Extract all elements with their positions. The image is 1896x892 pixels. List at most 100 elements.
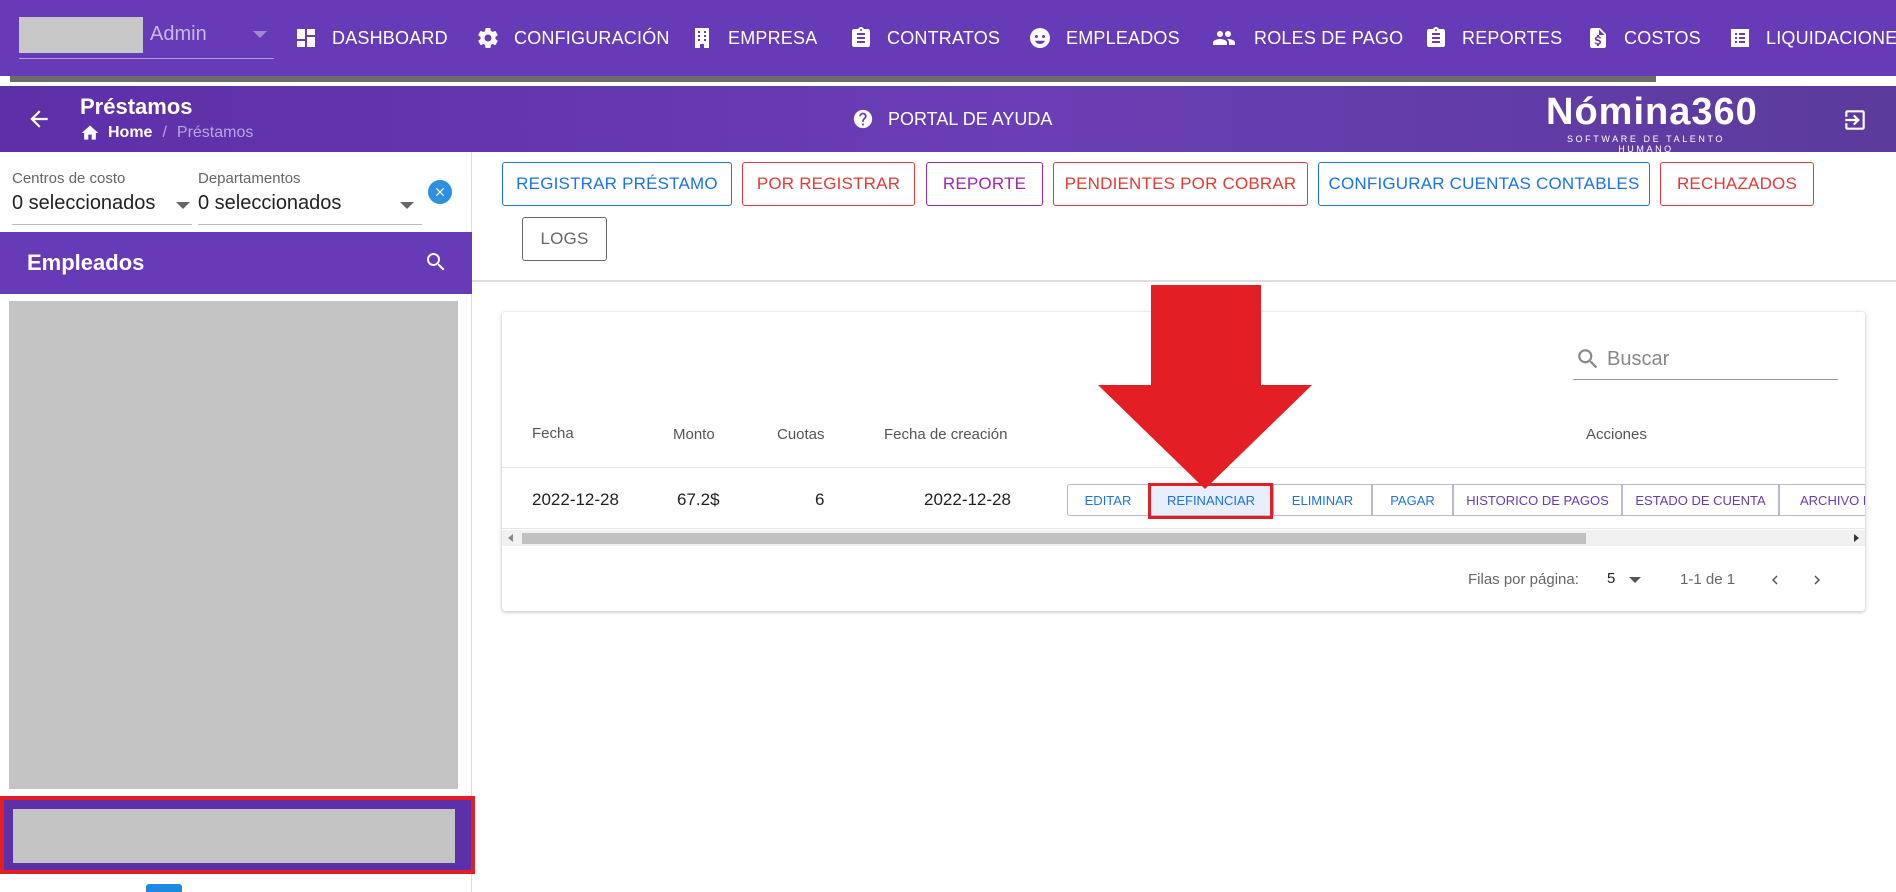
page-header: Préstamos Home / Préstamos PORTAL DE AYU… bbox=[0, 86, 1896, 154]
cost-center-select[interactable]: 0 seleccionados bbox=[12, 192, 155, 215]
nav-label: REPORTES bbox=[1462, 27, 1563, 48]
help-circle-icon bbox=[853, 109, 873, 129]
row-divider bbox=[502, 528, 1865, 529]
nav-label: LIQUIDACIONE bbox=[1766, 27, 1896, 48]
nav-contratos[interactable]: CONTRATOS bbox=[849, 22, 1000, 54]
department-select[interactable]: 0 seleccionados bbox=[198, 192, 341, 215]
col-header-cuotas[interactable]: Cuotas bbox=[777, 426, 825, 443]
search-icon[interactable] bbox=[424, 250, 448, 274]
pay-button[interactable]: PAGAR bbox=[1372, 484, 1453, 516]
configure-accounts-button[interactable]: CONFIGURAR CUENTAS CONTABLES bbox=[1318, 162, 1650, 206]
app-root: Admin DASHBOARD CONFIGURACIÓN EMPRESA CO… bbox=[0, 0, 1896, 892]
pagination-indicator[interactable] bbox=[146, 884, 182, 892]
brand-logo: Nómina360 SOFTWARE DE TALENTO HUMANO bbox=[1546, 90, 1758, 154]
nav-label: EMPRESA bbox=[728, 27, 818, 48]
gear-icon bbox=[478, 28, 498, 49]
nav-costos[interactable]: COSTOS bbox=[1586, 22, 1701, 54]
payment-history-button[interactable]: HISTORICO DE PAGOS bbox=[1453, 484, 1622, 516]
nav-label: CONFIGURACIÓN bbox=[514, 27, 670, 48]
nav-label: COSTOS bbox=[1624, 27, 1701, 48]
loading-bar-fill bbox=[1656, 76, 1886, 82]
account-statement-button[interactable]: ESTADO DE CUENTA bbox=[1622, 484, 1779, 516]
logout-icon[interactable] bbox=[1842, 107, 1868, 133]
nav-empleados[interactable]: EMPLEADOS bbox=[1028, 22, 1180, 54]
page-title: Préstamos bbox=[80, 94, 193, 119]
department-underline bbox=[198, 224, 422, 225]
cell-fecha-creacion: 2022-12-28 bbox=[924, 490, 1011, 509]
department-label: Departamentos bbox=[198, 170, 301, 187]
clear-filters-button[interactable] bbox=[428, 180, 452, 204]
file-dollar-icon bbox=[1590, 28, 1606, 48]
col-header-fecha[interactable]: Fecha bbox=[532, 425, 574, 442]
nav-label: ROLES DE PAGO bbox=[1254, 27, 1404, 48]
nav-liquidaciones[interactable]: LIQUIDACIONE bbox=[1728, 22, 1896, 54]
col-header-fecha-creacion[interactable]: Fecha de creación bbox=[884, 426, 1007, 443]
report-button[interactable]: REPORTE bbox=[926, 162, 1043, 206]
col-header-monto[interactable]: Monto bbox=[673, 426, 715, 443]
close-icon bbox=[435, 187, 445, 197]
chevron-down-icon[interactable] bbox=[400, 202, 414, 209]
nav-empresa[interactable]: EMPRESA bbox=[690, 22, 817, 54]
selected-employee-highlight[interactable] bbox=[0, 796, 475, 874]
rows-per-page-select[interactable]: 5 bbox=[1607, 570, 1615, 587]
chevron-right-icon[interactable] bbox=[1808, 571, 1826, 589]
people-icon bbox=[1213, 31, 1235, 45]
search-input[interactable] bbox=[1607, 344, 1827, 374]
dashboard-icon bbox=[297, 29, 315, 47]
selected-employee-redacted bbox=[13, 809, 455, 863]
nav-label: DASHBOARD bbox=[332, 27, 448, 48]
employees-title: Empleados bbox=[27, 250, 145, 275]
page-range: 1-1 de 1 bbox=[1680, 571, 1736, 588]
nav-label: CONTRATOS bbox=[887, 27, 1001, 48]
chevron-down-icon[interactable] bbox=[176, 202, 190, 209]
employee-panel: Centros de costo 0 seleccionados Departa… bbox=[0, 152, 475, 892]
loading-bar bbox=[10, 76, 1886, 82]
scrollbar-thumb[interactable] bbox=[522, 533, 1586, 544]
user-menu[interactable]: Admin bbox=[19, 17, 274, 59]
help-label: PORTAL DE AYUDA bbox=[888, 108, 1053, 129]
cell-monto: 67.2$ bbox=[677, 490, 720, 509]
bank-file-button[interactable]: ARCHIVO BA bbox=[1779, 484, 1865, 516]
clipboard-icon bbox=[1427, 27, 1445, 47]
search-field[interactable] bbox=[1573, 338, 1838, 380]
user-name: Admin bbox=[150, 23, 207, 45]
scroll-left-icon[interactable] bbox=[508, 534, 513, 542]
rows-per-page-label: Filas por página: bbox=[1468, 571, 1579, 588]
breadcrumb-separator: / bbox=[162, 124, 167, 141]
pending-collection-button[interactable]: PENDIENTES POR COBRAR bbox=[1053, 162, 1308, 206]
help-portal-link[interactable]: PORTAL DE AYUDA bbox=[852, 108, 1052, 130]
rejected-button[interactable]: RECHAZADOS bbox=[1660, 162, 1814, 206]
face-icon bbox=[1030, 28, 1050, 48]
cell-fecha: 2022-12-28 bbox=[532, 490, 619, 509]
brand-name: Nómina360 bbox=[1546, 91, 1758, 133]
register-loan-button[interactable]: REGISTRAR PRÉSTAMO bbox=[502, 162, 732, 206]
building-icon bbox=[695, 28, 709, 48]
col-header-acciones: Acciones bbox=[1586, 426, 1647, 443]
user-avatar bbox=[19, 17, 143, 53]
cell-cuotas: 6 bbox=[815, 490, 825, 509]
nav-roles-de-pago[interactable]: ROLES DE PAGO bbox=[1208, 22, 1403, 54]
nav-configuracion[interactable]: CONFIGURACIÓN bbox=[476, 22, 670, 54]
nav-dashboard[interactable]: DASHBOARD bbox=[294, 22, 448, 54]
breadcrumb-home[interactable]: Home bbox=[108, 124, 152, 142]
employees-header: Empleados bbox=[0, 232, 472, 294]
nav-reportes[interactable]: REPORTES bbox=[1424, 22, 1562, 54]
brand-tagline: SOFTWARE DE TALENTO HUMANO bbox=[1566, 134, 1726, 154]
back-arrow-icon[interactable] bbox=[26, 106, 52, 132]
cost-center-label: Centros de costo bbox=[12, 170, 126, 187]
logs-button[interactable]: LOGS bbox=[522, 217, 607, 261]
action-bar: REGISTRAR PRÉSTAMO POR REGISTRAR REPORTE… bbox=[472, 152, 1896, 282]
nav-label: EMPLEADOS bbox=[1066, 27, 1180, 48]
breadcrumb: Home / Préstamos bbox=[80, 123, 253, 143]
list-icon bbox=[1731, 29, 1749, 47]
chevron-down-icon bbox=[253, 31, 267, 38]
to-register-button[interactable]: POR REGISTRAR bbox=[742, 162, 915, 206]
top-nav: Admin DASHBOARD CONFIGURACIÓN EMPRESA CO… bbox=[0, 0, 1896, 82]
horizontal-scrollbar[interactable] bbox=[502, 530, 1865, 546]
search-icon bbox=[1578, 349, 1598, 369]
chevron-left-icon[interactable] bbox=[1766, 571, 1784, 589]
home-icon bbox=[81, 125, 99, 140]
employee-list-redacted[interactable] bbox=[9, 301, 458, 789]
chevron-down-icon[interactable] bbox=[1629, 577, 1641, 583]
scroll-right-icon[interactable] bbox=[1854, 534, 1859, 542]
